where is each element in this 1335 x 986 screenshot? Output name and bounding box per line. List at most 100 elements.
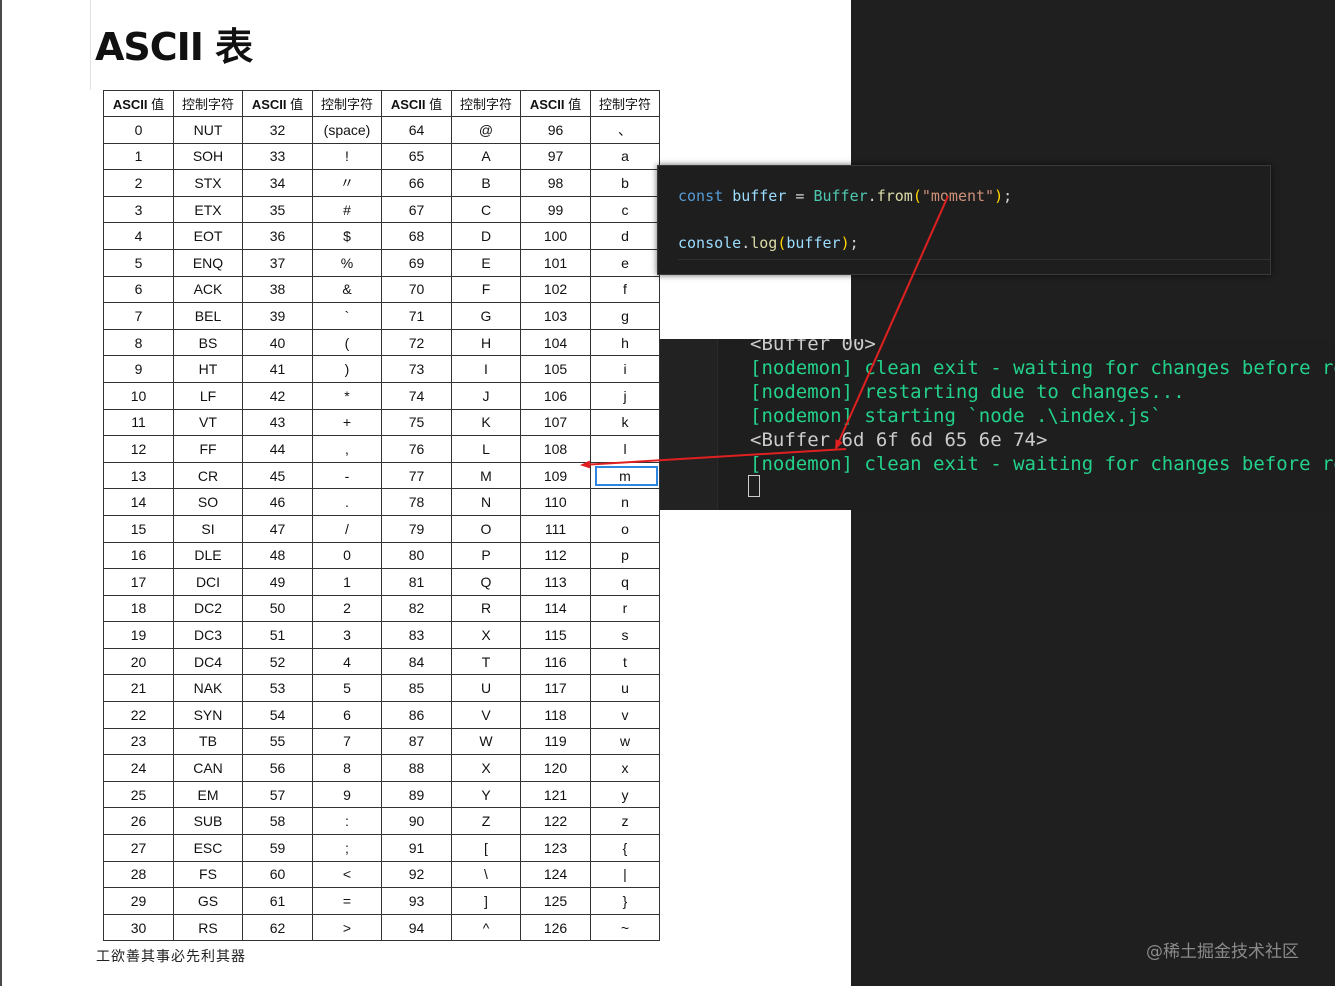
ascii-value-cell: 117 (520, 674, 591, 703)
ascii-value-cell: 61 (242, 887, 313, 915)
variable-buffer: buffer (732, 187, 787, 205)
close-paren: ) (994, 187, 1004, 205)
character-cell: j (590, 381, 660, 410)
column-header-ascii-value: ASCII 值 (242, 90, 313, 117)
character-cell: Q (451, 568, 521, 596)
ascii-value-cell: 53 (242, 674, 313, 703)
ascii-value-cell: 112 (520, 541, 591, 570)
character-cell: 9 (312, 780, 382, 809)
character-cell: X (451, 621, 521, 649)
table-row: 7 BEL 39 ` 71 G 103 g (103, 302, 660, 330)
code-editor[interactable]: const buffer = Buffer.from("moment"); co… (657, 165, 1271, 275)
ascii-value-cell: 65 (381, 142, 452, 171)
ascii-value-cell: 50 (242, 594, 313, 623)
ascii-value-cell: 116 (520, 647, 591, 676)
character-cell: : (312, 807, 382, 836)
watermark: @稀土掘金技术社区 (1146, 942, 1299, 962)
character-cell: ; (312, 834, 382, 862)
column-header-suffix: 值 (425, 97, 443, 112)
terminal-output[interactable]: <Buffer 00> [nodemon] clean exit - waiti… (660, 339, 1335, 510)
table-row: 1 SOH 33! 65 A 97 a (103, 142, 660, 171)
ascii-value-cell: 44 (242, 435, 313, 463)
table-header: ASCII 值控制字符 ASCII 值控制字符 ASCII 值控制字符 ASCII 值… (103, 90, 660, 117)
ascii-value-cell: 21 (103, 674, 174, 703)
character-cell: SO (173, 488, 243, 516)
ascii-value-cell: 108 (520, 435, 591, 463)
character-cell: p (590, 541, 660, 570)
column-header-label: ASCII (251, 97, 287, 112)
ascii-value-cell: 111 (520, 514, 591, 543)
ascii-value-cell: 59 (242, 834, 313, 862)
column-header-label: ASCII (390, 97, 426, 112)
character-cell: BEL (173, 302, 243, 330)
ascii-value-cell: 93 (381, 887, 452, 915)
character-cell: o (590, 514, 660, 543)
character-cell: / (312, 514, 382, 543)
character-cell: U (451, 674, 521, 703)
ascii-value-cell: 5 (103, 248, 174, 277)
character-cell: A (451, 142, 521, 171)
character-cell: } (590, 887, 660, 915)
ascii-value-cell: 42 (242, 381, 313, 410)
character-cell: 4 (312, 647, 382, 676)
ascii-value-cell: 43 (242, 408, 313, 437)
character-cell: E (451, 248, 521, 277)
character-cell: X (451, 754, 521, 782)
column-header-suffix: 控制字符 (459, 97, 512, 112)
character-cell: < (312, 860, 382, 889)
ascii-value-cell: 106 (520, 381, 591, 410)
character-cell: D (451, 222, 521, 250)
ascii-value-cell: 103 (520, 302, 591, 330)
column-header-suffix: 控制字符 (598, 97, 651, 112)
window-edge (0, 0, 2, 986)
character-cell: L (451, 435, 521, 463)
character-cell: 1 (312, 568, 382, 596)
table-row: 6 ACK 38 & 70 F 102 f (103, 275, 660, 304)
ascii-value-cell: 6 (103, 275, 174, 304)
ascii-value-cell: 124 (520, 860, 591, 889)
character-cell: CAN (173, 754, 243, 782)
ascii-value-cell: 52 (242, 647, 313, 676)
class-buffer: Buffer (813, 187, 868, 205)
ascii-value-cell: 119 (520, 727, 591, 756)
character-cell: C (451, 195, 521, 224)
ascii-value-cell: 66 (381, 169, 452, 197)
character-cell: O (451, 514, 521, 543)
object-console: console (678, 234, 742, 252)
code-line-buffer-from: const buffer = Buffer.from("moment"); (678, 187, 1012, 205)
ascii-value-cell: 8 (103, 328, 174, 357)
character-cell: - (312, 461, 382, 490)
ascii-value-cell: 62 (242, 913, 313, 942)
ascii-value-cell: 45 (242, 461, 313, 490)
ascii-value-cell: 75 (381, 408, 452, 437)
character-cell: $ (312, 222, 382, 250)
ascii-value-cell: 85 (381, 674, 452, 703)
character-cell: SOH (173, 142, 243, 171)
table-row: 4 EOT 36 $68 D 100 d (103, 222, 660, 250)
character-cell: Y (451, 780, 521, 809)
character-cell: > (312, 913, 382, 942)
character-cell: b (590, 169, 660, 197)
ascii-value-cell: 121 (520, 780, 591, 809)
ascii-value-cell: 70 (381, 275, 452, 304)
character-cell: k (590, 408, 660, 437)
ascii-value-cell: 4 (103, 222, 174, 250)
table-row: 3 ETX 35 #67 C 99 c (103, 195, 660, 224)
ascii-value-cell: 27 (103, 834, 174, 862)
ascii-value-cell: 120 (520, 754, 591, 782)
character-cell: DCI (173, 568, 243, 596)
terminal-cursor (748, 475, 760, 497)
table-row: 27 ESC 59; 91[123{ (103, 834, 660, 862)
character-cell: # (312, 195, 382, 224)
column-header-control-char: 控制字符 (312, 90, 382, 117)
ascii-value-cell: 47 (242, 514, 313, 543)
character-cell: 0 (312, 541, 382, 570)
character-cell: F (451, 275, 521, 304)
ascii-value-cell: 110 (520, 488, 591, 516)
ascii-value-cell: 80 (381, 541, 452, 570)
table-body: 0 NUT 32 (space) 64 @96、 1 SOH 33! 65 A 97 a 2 STX 34 〃 6… (103, 116, 660, 942)
ascii-value-cell: 88 (381, 754, 452, 782)
table-row: 16 DLE 48 0 80 P 112 p (103, 541, 660, 570)
ascii-value-cell: 24 (103, 754, 174, 782)
column-header-suffix: 值 (564, 97, 582, 112)
